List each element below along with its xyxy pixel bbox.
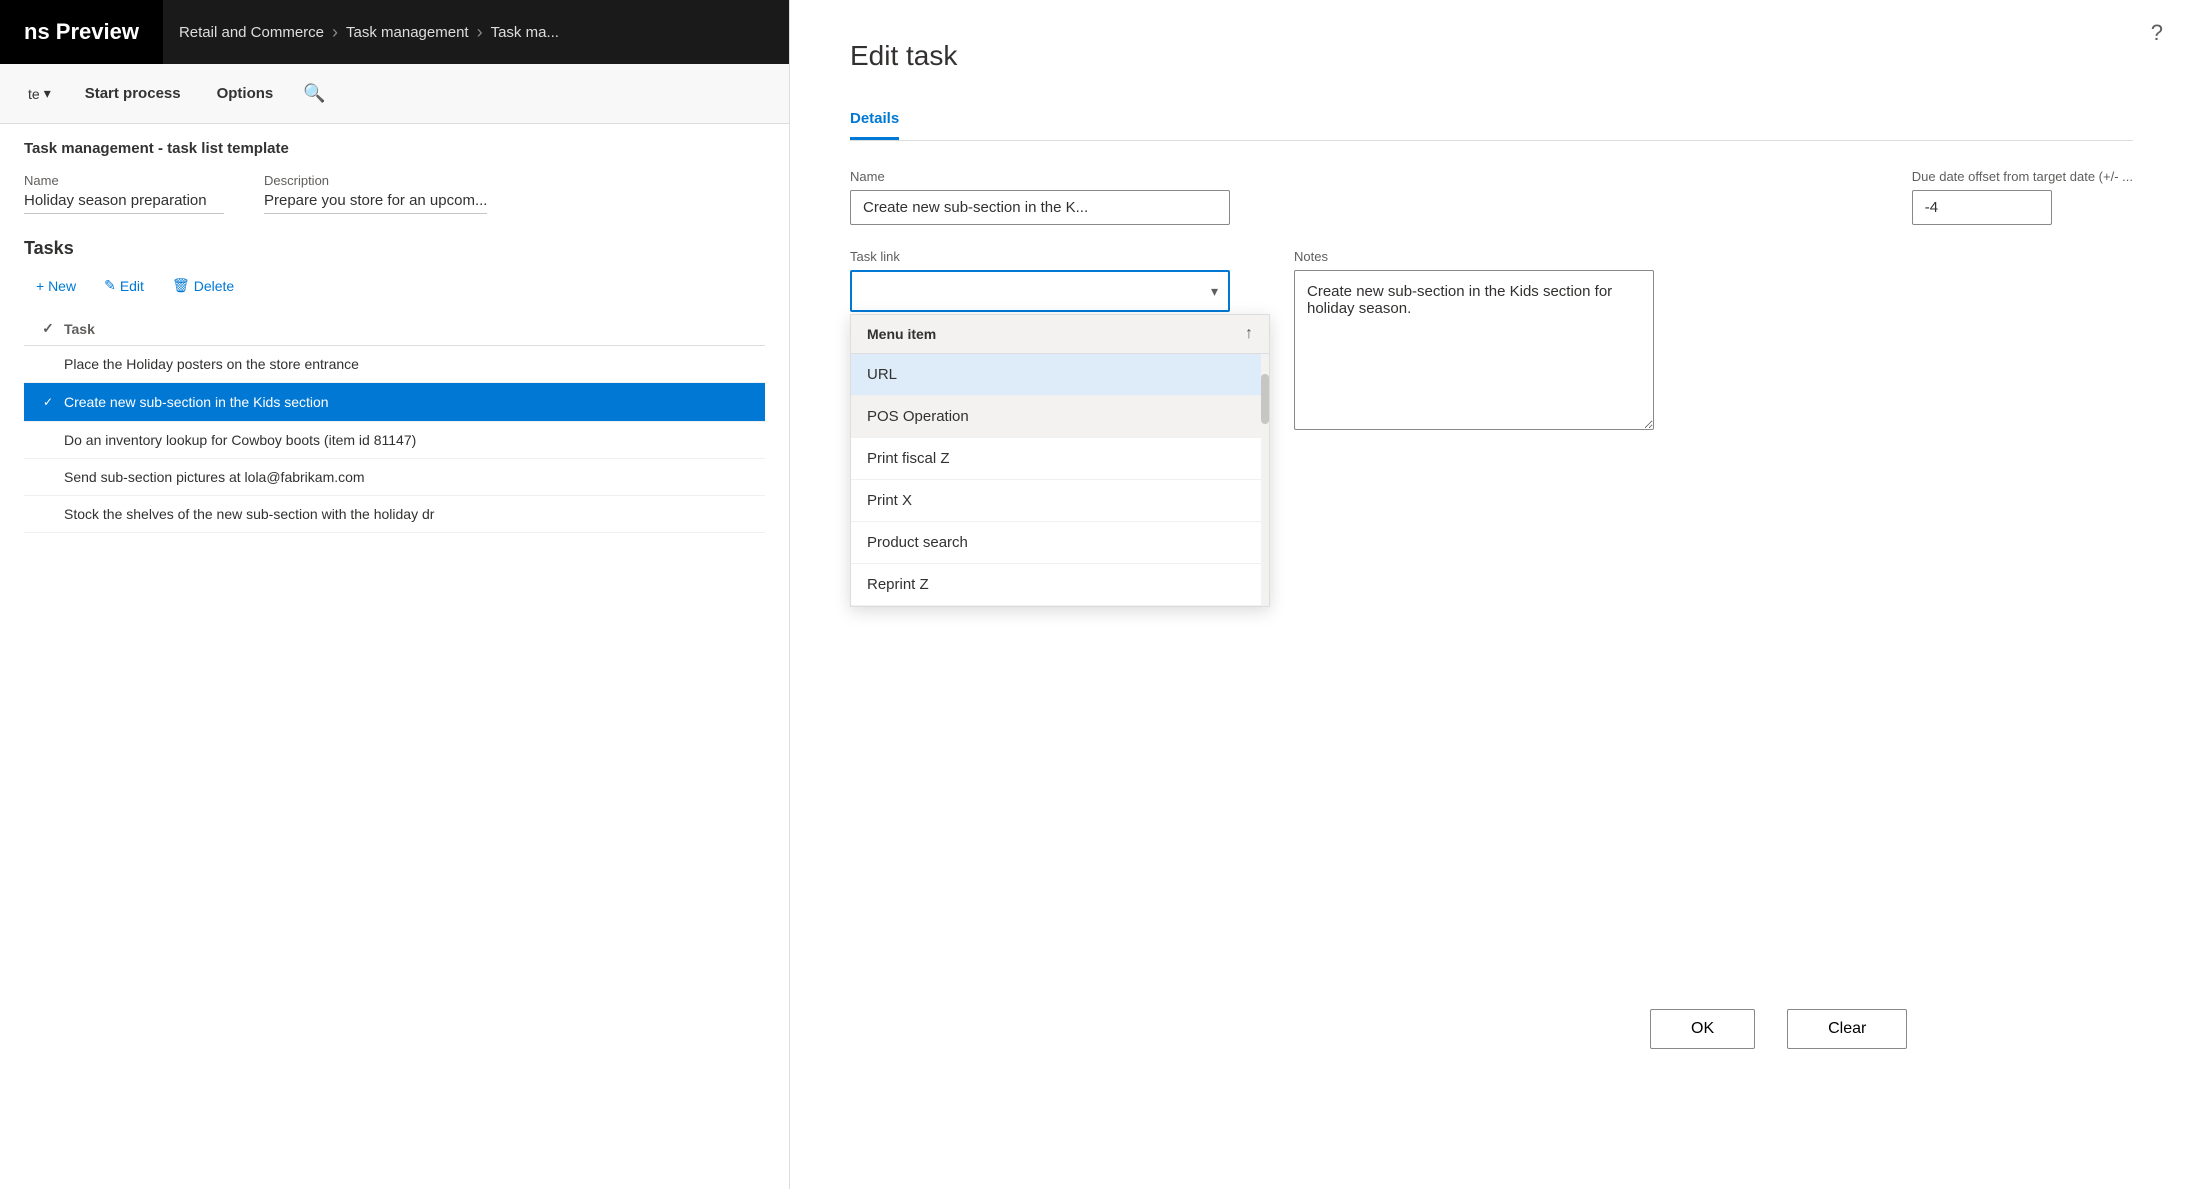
task-link-field: Task link ▾ POS Operation ▾ Me: [850, 249, 1230, 356]
left-panel: ns Preview Retail and Commerce › Task ma…: [0, 0, 790, 1189]
dropdown-header-text: Menu item: [867, 326, 936, 342]
notes-label: Notes: [1294, 249, 1654, 264]
task-name-field: Name: [850, 169, 1880, 225]
breadcrumb-sep-2: ›: [477, 22, 483, 43]
due-date-input[interactable]: [1912, 190, 2052, 225]
task-link-select[interactable]: [850, 270, 1230, 312]
description-field-group: Description Prepare you store for an upc…: [264, 173, 487, 214]
tab-details[interactable]: Details: [850, 100, 899, 140]
start-process-btn[interactable]: Start process: [71, 79, 195, 108]
notes-field: Notes Create new sub-section in the Kids…: [1294, 249, 1654, 430]
notes-textarea[interactable]: Create new sub-section in the Kids secti…: [1294, 270, 1654, 430]
breadcrumb-item-1[interactable]: Retail and Commerce: [179, 24, 324, 41]
task-row-4[interactable]: Send sub-section pictures at lola@fabrik…: [24, 459, 765, 496]
dropdown-item-fiscal-z[interactable]: Print fiscal Z: [851, 438, 1269, 480]
due-date-field: Due date offset from target date (+/- ..…: [1912, 169, 2133, 225]
top-nav: ns Preview Retail and Commerce › Task ma…: [0, 0, 789, 64]
breadcrumb: Retail and Commerce › Task management › …: [163, 22, 575, 43]
name-field-group: Name Holiday season preparation: [24, 173, 224, 214]
template-dropdown-btn[interactable]: te ▾: [16, 79, 63, 108]
ok-button[interactable]: OK: [1650, 1009, 1755, 1049]
dropdown-scrollbar: [1261, 354, 1269, 606]
tasks-table: ✓ Task Place the Holiday posters on the …: [24, 312, 765, 533]
due-date-label: Due date offset from target date (+/- ..…: [1912, 169, 2133, 184]
fields-row: Name Holiday season preparation Descript…: [24, 173, 765, 214]
task-check-2: ✓: [32, 393, 64, 411]
tasks-table-header: ✓ Task: [24, 312, 765, 346]
description-label: Description: [264, 173, 487, 188]
page-header: Task management - task list template Nam…: [0, 124, 789, 222]
task-text-5: Stock the shelves of the new sub-section…: [64, 506, 757, 522]
dropdown-item-product-search[interactable]: Product search: [851, 522, 1269, 564]
edit-task-btn[interactable]: ✎ Edit: [92, 271, 156, 300]
tasks-header: Tasks: [24, 238, 765, 259]
dropdown-scrollbar-thumb: [1261, 374, 1269, 424]
delete-task-btn[interactable]: 🗑 Delete: [160, 271, 246, 300]
new-task-btn[interactable]: + New: [24, 272, 88, 300]
breadcrumb-item-2[interactable]: Task management: [346, 24, 469, 41]
right-panel: ? Edit task Details Name Due date offset…: [790, 0, 2193, 1189]
task-name-input[interactable]: [850, 190, 1230, 225]
search-btn[interactable]: 🔍: [303, 83, 325, 104]
task-link-area: ▾ POS Operation ▾ Menu item ↑: [850, 270, 1230, 356]
edit-task-title: Edit task: [850, 40, 2133, 72]
form-actions: OK Clear: [1650, 1009, 1907, 1049]
breadcrumb-sep-1: ›: [332, 22, 338, 43]
task-row-3[interactable]: Do an inventory lookup for Cowboy boots …: [24, 422, 765, 459]
breadcrumb-item-3[interactable]: Task ma...: [491, 24, 559, 41]
dropdown-item-print-x[interactable]: Print X: [851, 480, 1269, 522]
task-text-3: Do an inventory lookup for Cowboy boots …: [64, 432, 757, 448]
task-row-selected[interactable]: ✓ Create new sub-section in the Kids sec…: [24, 383, 765, 422]
name-value: Holiday season preparation: [24, 192, 224, 214]
task-link-select-wrapper: ▾: [850, 270, 1230, 312]
check-col-header: ✓: [32, 320, 64, 337]
tabs-row: Details: [850, 100, 2133, 141]
sort-icon[interactable]: ↑: [1245, 325, 1253, 343]
tasks-toolbar: + New ✎ Edit 🗑 Delete: [24, 271, 765, 300]
description-value: Prepare you store for an upcom...: [264, 192, 487, 214]
task-checkbox-2: ✓: [39, 393, 57, 411]
task-text-1: Place the Holiday posters on the store e…: [64, 356, 757, 372]
task-row-5[interactable]: Stock the shelves of the new sub-section…: [24, 496, 765, 533]
help-icon[interactable]: ?: [2151, 20, 2163, 46]
task-link-notes-row: Task link ▾ POS Operation ▾ Me: [850, 249, 2133, 430]
dropdown-item-pos[interactable]: POS Operation: [851, 396, 1269, 438]
dropdown-popup-header: Menu item ↑: [851, 315, 1269, 354]
app-title: ns Preview: [0, 0, 163, 64]
name-label: Name: [24, 173, 224, 188]
task-row[interactable]: Place the Holiday posters on the store e…: [24, 346, 765, 383]
name-due-row: Name Due date offset from target date (+…: [850, 169, 2133, 225]
task-link-label: Task link: [850, 249, 1230, 264]
page-title: Task management - task list template: [24, 140, 765, 157]
clear-button[interactable]: Clear: [1787, 1009, 1907, 1049]
dropdown-popup: Menu item ↑ URL POS Operation Print fisc…: [850, 314, 1270, 607]
task-text-4: Send sub-section pictures at lola@fabrik…: [64, 469, 757, 485]
toolbar: te ▾ Start process Options 🔍: [0, 64, 789, 124]
options-btn[interactable]: Options: [203, 79, 288, 108]
tasks-section: Tasks + New ✎ Edit 🗑 Delete ✓ Task Place: [0, 222, 789, 1189]
dropdown-list: URL POS Operation Print fiscal Z Print X…: [851, 354, 1269, 606]
dropdown-item-url[interactable]: URL: [851, 354, 1269, 396]
task-col-header: Task: [64, 321, 757, 337]
task-text-2: Create new sub-section in the Kids secti…: [64, 394, 757, 410]
dropdown-item-reprint-z[interactable]: Reprint Z: [851, 564, 1269, 606]
task-name-label: Name: [850, 169, 1880, 184]
